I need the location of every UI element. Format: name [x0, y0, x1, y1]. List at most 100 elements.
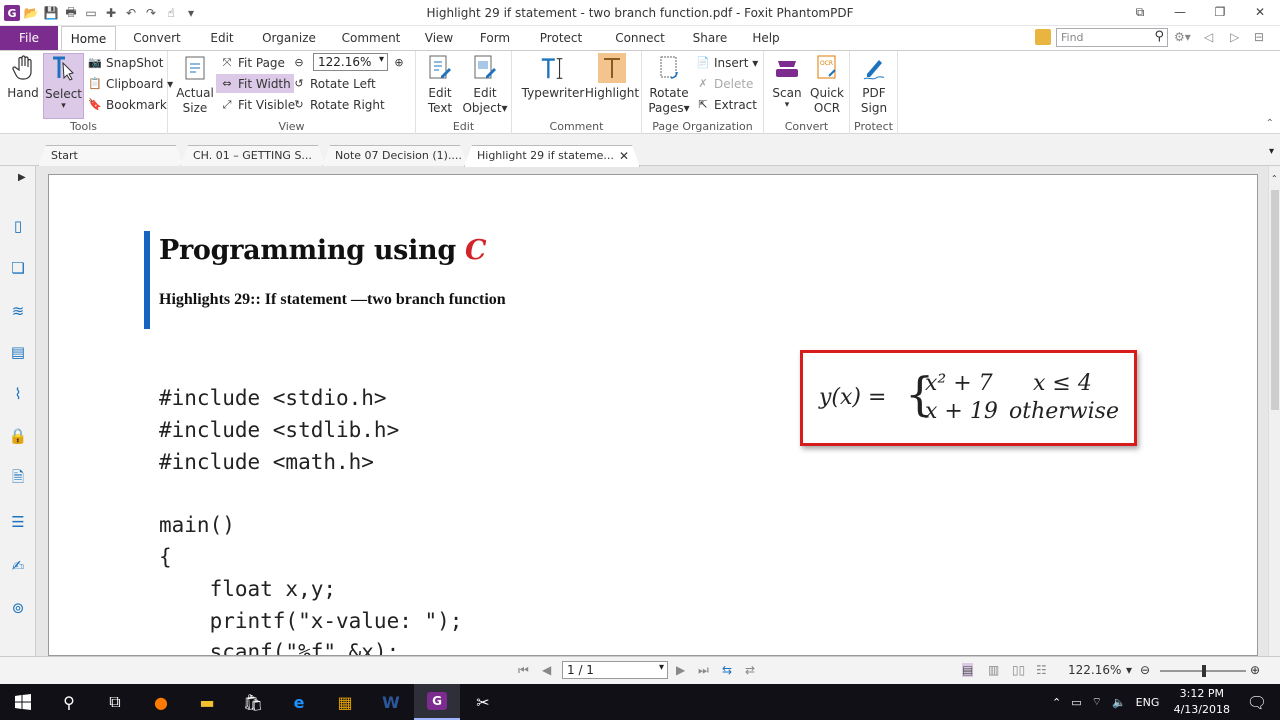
zoom-menu-icon[interactable]: ▾: [1126, 663, 1132, 677]
new-icon[interactable]: ✚: [102, 4, 120, 22]
doc-tab-note07[interactable]: Note 07 Decision (1)....: [322, 145, 468, 167]
save-icon[interactable]: 💾: [42, 4, 60, 22]
tab-share[interactable]: Share: [690, 26, 730, 50]
continuous-facing-view-icon[interactable]: ☷: [1036, 663, 1047, 677]
close-tab-icon[interactable]: ✕: [619, 146, 629, 166]
notifications-icon[interactable]: 🗨: [1234, 684, 1280, 720]
language-indicator[interactable]: ENG: [1136, 696, 1160, 709]
insert-button[interactable]: 📄 Insert ▾: [696, 53, 758, 72]
delete-button[interactable]: ✗ Delete: [696, 74, 753, 93]
tab-edit[interactable]: Edit: [200, 26, 244, 50]
signature-panel-icon[interactable]: ✍: [8, 556, 28, 576]
bookmarks-panel-icon[interactable]: ▯: [8, 216, 28, 236]
zoom-out-button[interactable]: ⊖: [292, 53, 310, 72]
zoom-slider-thumb[interactable]: [1202, 665, 1206, 677]
tab-list-icon[interactable]: ▾: [1269, 146, 1274, 157]
first-page-icon[interactable]: ⏮: [518, 663, 529, 678]
previous-page-icon[interactable]: ◀: [542, 663, 551, 677]
select-button[interactable]: Select ▾: [43, 53, 84, 119]
minimize-button[interactable]: —: [1160, 0, 1200, 24]
print-icon[interactable]: 🖶: [62, 4, 80, 22]
zoom-select[interactable]: 122.16%: [313, 53, 388, 71]
gear-icon[interactable]: ⚙▾: [1174, 30, 1191, 44]
task-view-icon[interactable]: ⧉: [92, 684, 138, 720]
network-icon[interactable]: ▭: [1071, 696, 1081, 709]
search-icon[interactable]: ⚲: [1154, 29, 1164, 44]
last-page-icon[interactable]: ⏭: [698, 663, 709, 678]
edit-text-button[interactable]: Edit Text: [420, 53, 460, 117]
undo-icon[interactable]: ↶: [122, 4, 140, 22]
tab-file[interactable]: File: [0, 26, 58, 50]
rotate-pages-button[interactable]: Rotate Pages▾: [646, 53, 692, 117]
tray-expand-icon[interactable]: ⌃: [1052, 696, 1061, 709]
security-lock-icon[interactable]: 🔒: [8, 426, 28, 446]
tab-home[interactable]: Home: [61, 26, 116, 51]
folder-icon[interactable]: [1035, 29, 1051, 45]
app-tiles-icon[interactable]: ▦: [322, 684, 368, 720]
continuous-view-icon[interactable]: ▥: [988, 663, 999, 677]
edge-icon[interactable]: e: [276, 684, 322, 720]
store-icon[interactable]: 🛍: [230, 684, 276, 720]
highlight-button[interactable]: Highlight: [585, 53, 639, 117]
tab-connect[interactable]: Connect: [612, 26, 668, 50]
app-icon[interactable]: G: [4, 5, 20, 21]
tab-help[interactable]: Help: [750, 26, 782, 50]
back-icon[interactable]: ◁: [1204, 30, 1213, 44]
tab-comment[interactable]: Comment: [338, 26, 404, 50]
rotate-left-button[interactable]: ↺ Rotate Left: [292, 74, 375, 93]
redo-icon[interactable]: ↷: [142, 4, 160, 22]
word-icon[interactable]: W: [368, 684, 414, 720]
fit-page-button[interactable]: ⤧ Fit Page: [220, 53, 285, 72]
customize-icon[interactable]: ▾: [182, 4, 200, 22]
previous-view-icon[interactable]: ⇆: [722, 663, 732, 677]
typewriter-button[interactable]: Typewriter: [522, 53, 584, 117]
hand-button[interactable]: Hand: [4, 53, 42, 117]
tab-convert[interactable]: Convert: [125, 26, 189, 50]
tab-protect[interactable]: Protect: [536, 26, 586, 50]
doc-tab-highlight29[interactable]: Highlight 29 if stateme... ✕: [464, 145, 640, 167]
document-properties-icon[interactable]: 🗎: [8, 468, 28, 489]
volume-icon[interactable]: 🔈: [1112, 696, 1126, 709]
zoom-in-button[interactable]: ⊕: [392, 53, 410, 72]
collapse-ribbon-icon[interactable]: ⌃: [1266, 118, 1274, 129]
bookmark-button[interactable]: 🔖 Bookmark: [88, 95, 167, 114]
fit-width-button[interactable]: ⇔ Fit Width: [216, 74, 294, 93]
snipping-tool-icon[interactable]: ✂: [460, 684, 506, 720]
rotate-right-button[interactable]: ↻ Rotate Right: [292, 95, 384, 114]
firefox-icon[interactable]: ●: [138, 684, 184, 720]
pdf-sign-button[interactable]: PDF Sign: [854, 53, 894, 117]
file-explorer-icon[interactable]: ▬: [184, 684, 230, 720]
doc-tab-ch01[interactable]: CH. 01 – GETTING S...: [180, 145, 326, 167]
expand-icon[interactable]: ⊟: [1254, 30, 1264, 44]
open-icon[interactable]: 📂: [22, 4, 40, 22]
clipboard-button[interactable]: 📋 Clipboard ▾: [88, 74, 173, 93]
next-page-icon[interactable]: ▶: [676, 663, 685, 677]
scan-button[interactable]: Scan ▾: [770, 53, 804, 117]
tab-organize[interactable]: Organize: [258, 26, 320, 50]
search-taskbar-icon[interactable]: ⚲: [46, 684, 92, 720]
attachments-panel-icon[interactable]: ⌇: [8, 384, 28, 404]
vertical-scrollbar[interactable]: ⌃: [1268, 166, 1280, 656]
status-zoom-in-icon[interactable]: ⊕: [1250, 663, 1260, 677]
forward-icon[interactable]: ▷: [1230, 30, 1239, 44]
foxit-taskbar-icon[interactable]: G: [414, 684, 460, 720]
snapshot-button[interactable]: 📷 SnapShot: [88, 53, 163, 72]
layers-panel-icon[interactable]: ≋: [8, 301, 28, 321]
close-button[interactable]: ✕: [1240, 0, 1280, 24]
extract-button[interactable]: ⇱ Extract: [696, 95, 757, 114]
scroll-up-icon[interactable]: ⌃: [1271, 174, 1278, 183]
hand-tool-icon[interactable]: ☝: [162, 4, 180, 22]
ribbon-display-icon[interactable]: ⧉: [1120, 0, 1160, 24]
tab-form[interactable]: Form: [476, 26, 514, 50]
wifi-icon[interactable]: ⌔: [1092, 695, 1102, 709]
tab-view[interactable]: View: [420, 26, 458, 50]
scan-icon[interactable]: ▭: [82, 4, 100, 22]
pdf-page[interactable]: Programming using C Highlights 29:: If s…: [48, 174, 1258, 656]
status-zoom-out-icon[interactable]: ⊖: [1140, 663, 1150, 677]
form-fields-panel-icon[interactable]: ☰: [8, 512, 28, 532]
quick-ocr-button[interactable]: OCR Quick OCR: [808, 53, 846, 117]
start-button[interactable]: [0, 684, 46, 720]
next-view-icon[interactable]: ⇄: [745, 663, 755, 677]
comments-panel-icon[interactable]: ▤: [8, 342, 28, 362]
facing-view-icon[interactable]: ▯▯: [1012, 663, 1025, 677]
